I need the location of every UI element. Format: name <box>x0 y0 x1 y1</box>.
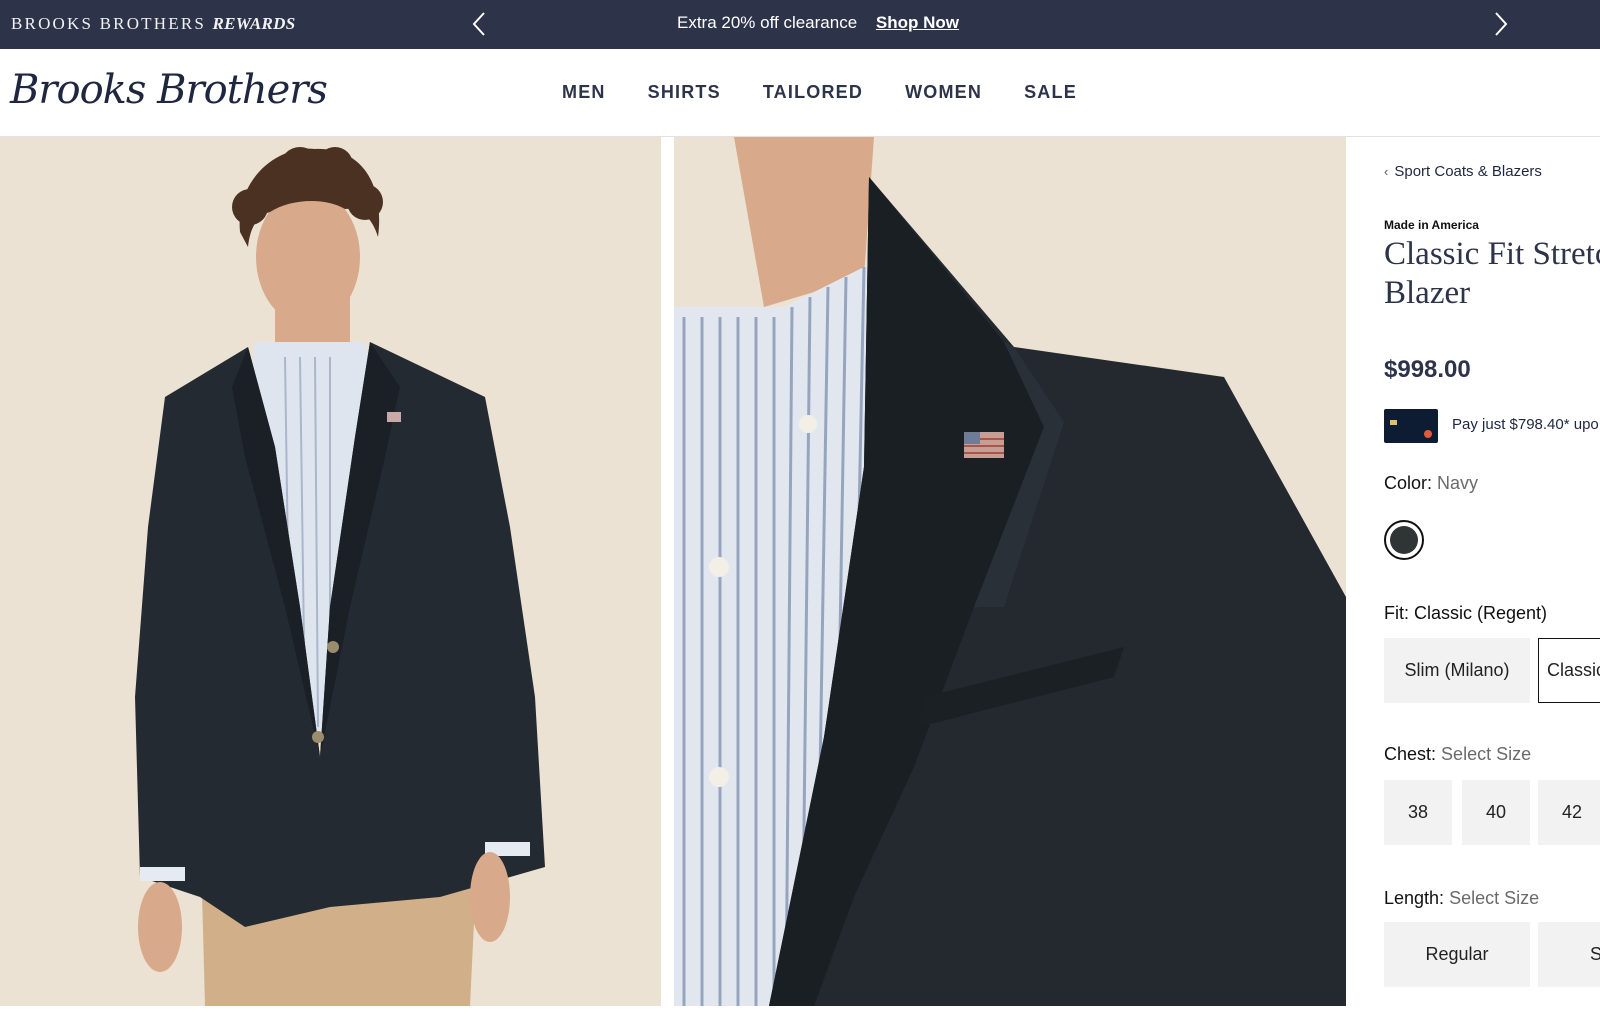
nav-item-men[interactable]: MEN <box>562 82 606 103</box>
promo-bar: BROOKS BROTHERS REWARDS Extra 20% off cl… <box>0 0 1600 49</box>
length-label: Length: Select Size <box>1384 888 1539 909</box>
product-title-line2: Blazer <box>1384 275 1471 311</box>
shop-now-link[interactable]: Shop Now <box>876 13 959 32</box>
nav-item-women[interactable]: WOMEN <box>905 82 982 103</box>
product-price: $998.00 <box>1384 356 1471 383</box>
main-nav: MEN SHIRTS TAILORED WOMEN SALE <box>562 82 1077 103</box>
promo-next-button[interactable] <box>1488 9 1518 39</box>
color-swatch-navy[interactable] <box>1384 520 1424 560</box>
chest-size-40[interactable]: 40 <box>1462 780 1530 845</box>
chest-value: Select Size <box>1441 744 1532 764</box>
length-option-regular[interactable]: Regular <box>1384 922 1530 987</box>
length-label-text: Length: <box>1384 888 1445 908</box>
color-label-text: Color: <box>1384 473 1433 493</box>
product-image-model[interactable] <box>0 137 661 1006</box>
credit-card-icon <box>1384 409 1438 443</box>
chest-size-38[interactable]: 38 <box>1384 780 1452 845</box>
detail-photo-illustration <box>674 137 1346 1006</box>
swatch-fill <box>1390 526 1418 554</box>
fit-label: Fit: Classic (Regent) <box>1384 603 1548 623</box>
length-option-short[interactable]: S <box>1538 922 1600 987</box>
fit-option-slim[interactable]: Slim (Milano) <box>1384 638 1530 703</box>
fit-option-classic[interactable]: Classic <box>1538 638 1600 703</box>
length-value: Select Size <box>1449 888 1540 908</box>
chevron-right-icon <box>1495 12 1508 36</box>
product-details-panel: ‹ Sport Coats & Blazers Made in America C… <box>1346 137 1600 1014</box>
nav-item-sale[interactable]: SALE <box>1024 82 1077 103</box>
color-value: Navy <box>1437 473 1479 493</box>
model-photo-illustration <box>0 137 661 1006</box>
color-label: Color: Navy <box>1384 473 1478 494</box>
product-title: Classic Fit Stretch Blazer <box>1384 235 1600 313</box>
site-header: Brooks Brothers MEN SHIRTS TAILORED WOME… <box>0 49 1600 137</box>
chest-size-42[interactable]: 42 <box>1538 780 1600 845</box>
financing-offer-text[interactable]: Pay just $798.40* upo <box>1452 416 1599 433</box>
breadcrumb[interactable]: ‹ Sport Coats & Blazers <box>1384 163 1542 180</box>
made-in-label: Made in America <box>1384 218 1479 232</box>
chest-label-text: Chest: <box>1384 744 1437 764</box>
nav-item-tailored[interactable]: TAILORED <box>763 82 863 103</box>
product-title-line1: Classic Fit Stretch <box>1384 236 1600 272</box>
breadcrumb-label: Sport Coats & Blazers <box>1394 163 1542 180</box>
promo-message: Extra 20% off clearance Shop Now <box>0 13 1600 33</box>
chest-label: Chest: Select Size <box>1384 744 1531 765</box>
promo-offer-text: Extra 20% off clearance <box>676 13 858 32</box>
product-image-detail[interactable] <box>674 137 1346 1006</box>
brand-logo[interactable]: Brooks Brothers <box>10 67 328 113</box>
chevron-left-icon: ‹ <box>1384 164 1389 179</box>
nav-item-shirts[interactable]: SHIRTS <box>648 82 721 103</box>
